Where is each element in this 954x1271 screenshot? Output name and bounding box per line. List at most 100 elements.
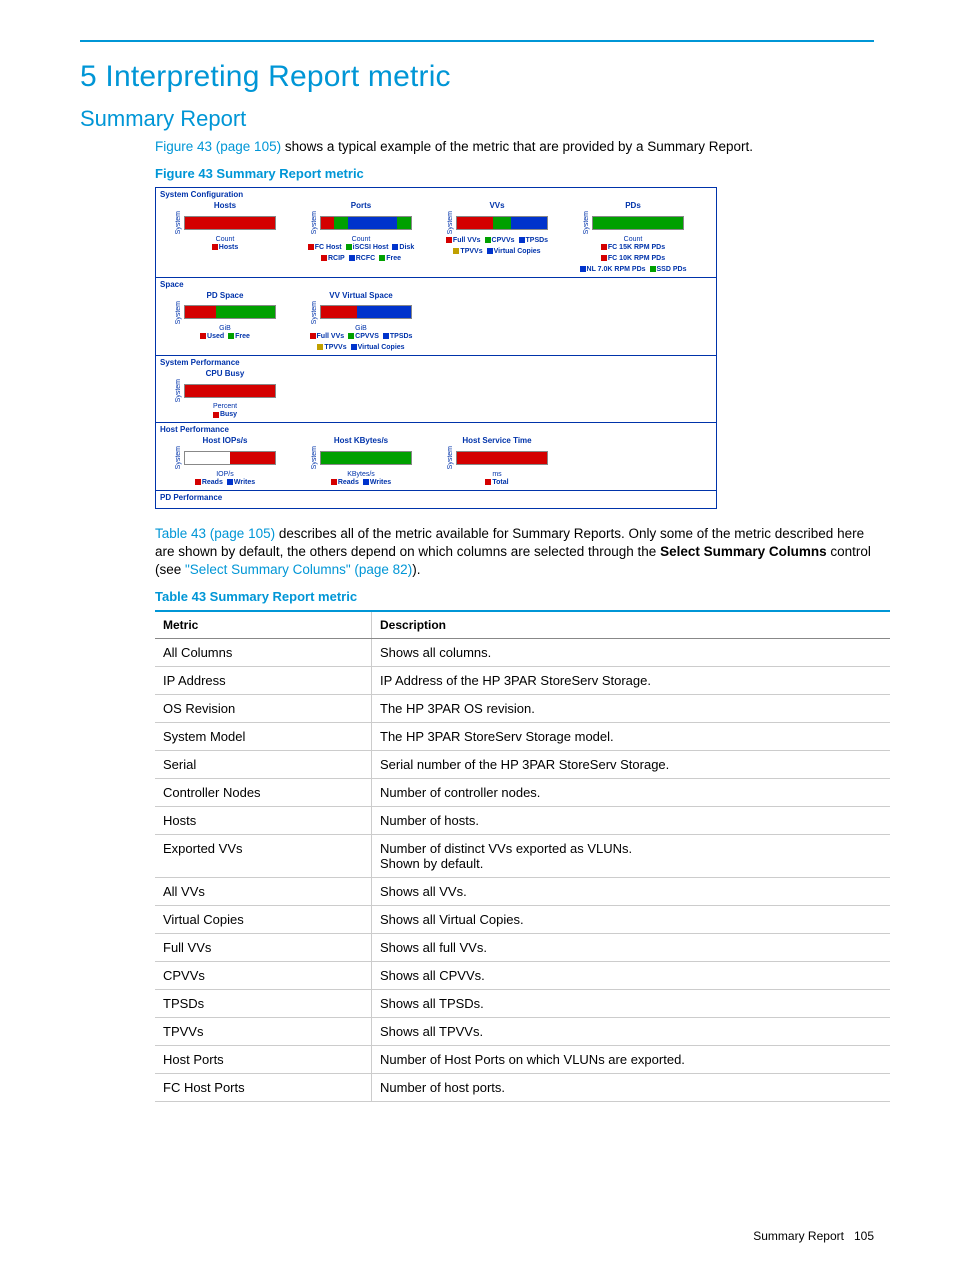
table-row: OS RevisionThe HP 3PAR OS revision.	[155, 695, 890, 723]
x-axis-label: Count	[352, 236, 371, 243]
metric-cell: OS Revision	[155, 695, 372, 723]
description-cell: Shows all TPVVs.	[372, 1018, 891, 1046]
figure-section: PD Performance	[156, 490, 716, 508]
panel-title: PDs	[625, 201, 641, 210]
chart-panel: HostsSystemCountHosts	[160, 201, 290, 272]
metric-cell: System Model	[155, 723, 372, 751]
legend-swatch	[601, 255, 607, 261]
metric-cell: Exported VVs	[155, 835, 372, 878]
legend-swatch	[519, 237, 525, 243]
table-ref-link[interactable]: Table 43 (page 105)	[155, 526, 275, 541]
table-row: Host PortsNumber of Host Ports on which …	[155, 1046, 890, 1074]
legend-swatch	[310, 333, 316, 339]
table-row: Controller NodesNumber of controller nod…	[155, 779, 890, 807]
legend-label: CPVVs	[492, 237, 515, 244]
metric-cell: Virtual Copies	[155, 906, 372, 934]
legend-item: Full VVs	[310, 333, 345, 340]
legend-swatch	[485, 237, 491, 243]
mid-t3: ).	[412, 562, 420, 577]
legend-item: Used	[200, 333, 224, 340]
legend: ReadsWrites	[331, 479, 391, 486]
mid-paragraph: Table 43 (page 105) describes all of the…	[80, 525, 874, 580]
legend-swatch	[383, 333, 389, 339]
select-columns-link[interactable]: "Select Summary Columns" (page 82)	[185, 562, 412, 577]
chart-panel: Host Service TimeSystemmsTotal	[432, 436, 562, 485]
table-row: Virtual CopiesShows all Virtual Copies.	[155, 906, 890, 934]
description-cell: Serial number of the HP 3PAR StoreServ S…	[372, 751, 891, 779]
legend-label: TPVVs	[324, 344, 346, 351]
page-footer: Summary Report 105	[753, 1229, 874, 1243]
legend-label: Used	[207, 333, 224, 340]
bar-chart	[456, 216, 548, 230]
y-axis-label: System	[175, 211, 182, 234]
x-axis-label: Percent	[213, 403, 237, 410]
legend-swatch	[212, 244, 218, 250]
legend-swatch	[351, 344, 357, 350]
bar-chart	[320, 216, 412, 230]
y-axis-label: System	[447, 211, 454, 234]
table-row: TPVVsShows all TPVVs.	[155, 1018, 890, 1046]
x-axis-label: IOP/s	[216, 471, 234, 478]
legend-item: iSCSI Host	[346, 244, 389, 251]
bar-chart	[184, 305, 276, 319]
legend-label: TPSDs	[390, 333, 413, 340]
legend: Full VVsCPVVS TPSDs TPVVs Virtual Copies	[296, 333, 426, 351]
legend-item: FC Host	[308, 244, 342, 251]
table-caption: Table 43 Summary Report metric	[155, 589, 874, 604]
legend-swatch	[348, 333, 354, 339]
legend: UsedFree	[200, 333, 250, 340]
legend: Hosts	[212, 244, 238, 251]
legend-swatch	[446, 237, 452, 243]
chart-panel: VVsSystemFull VVsCPVVsTPSDsTPVVsVirtual …	[432, 201, 562, 272]
y-axis-label: System	[447, 446, 454, 469]
metric-cell: All Columns	[155, 639, 372, 667]
legend-label: Reads	[338, 479, 359, 486]
legend-item: SSD PDs	[650, 266, 687, 273]
legend: FC HostiSCSI HostDiskRCIPRCFCFree	[296, 244, 426, 262]
legend-label: Virtual Copies	[494, 248, 541, 255]
table-row: IP AddressIP Address of the HP 3PAR Stor…	[155, 667, 890, 695]
legend-swatch	[213, 412, 219, 418]
legend-swatch	[308, 244, 314, 250]
legend-swatch	[200, 333, 206, 339]
y-axis-label: System	[311, 446, 318, 469]
bar-chart	[184, 384, 276, 398]
legend-item: Hosts	[212, 244, 238, 251]
legend-label: Writes	[234, 479, 255, 486]
figure-ref-link[interactable]: Figure 43 (page 105)	[155, 139, 281, 154]
legend-swatch	[331, 479, 337, 485]
legend-item: Virtual Copies	[351, 344, 405, 351]
panel-title: CPU Busy	[206, 369, 245, 378]
bar-segment	[321, 306, 357, 318]
legend-label: Reads	[202, 479, 223, 486]
bar-segment	[185, 385, 275, 397]
table-row: CPVVsShows all CPVVs.	[155, 962, 890, 990]
legend-swatch	[601, 244, 607, 250]
chart-panel: VV Virtual SpaceSystemGiBFull VVsCPVVSTP…	[296, 291, 426, 351]
table-row: FC Host PortsNumber of host ports.	[155, 1074, 890, 1102]
chart-panel: CPU BusySystemPercentBusy	[160, 369, 290, 418]
legend-label: TPVVs	[460, 248, 482, 255]
figure-section-title: Host Performance	[160, 425, 712, 434]
panel-title: Host IOPs/s	[203, 436, 248, 445]
legend-item: CPVVs	[485, 237, 515, 244]
x-axis-label: ms	[492, 471, 501, 478]
legend-item: TPSDs	[383, 333, 413, 340]
legend: FC 15K RPM PDsFC 10K RPM PDsNL 7.0K RPM …	[568, 244, 698, 273]
legend-item: Reads	[331, 479, 359, 486]
bar-segment	[397, 217, 411, 229]
description-cell: Shows all TPSDs.	[372, 990, 891, 1018]
description-cell: Shows all full VVs.	[372, 934, 891, 962]
y-axis-label: System	[311, 211, 318, 234]
metric-cell: TPSDs	[155, 990, 372, 1018]
description-cell: Shows all Virtual Copies.	[372, 906, 891, 934]
metric-cell: All VVs	[155, 878, 372, 906]
legend-swatch	[392, 244, 398, 250]
bar-chart	[320, 451, 412, 465]
legend-swatch	[485, 479, 491, 485]
y-axis-label: System	[311, 301, 318, 324]
legend-item: CPVVS	[348, 333, 379, 340]
y-axis-label: System	[175, 446, 182, 469]
x-axis-label: Count	[624, 236, 643, 243]
intro-text: shows a typical example of the metric th…	[281, 139, 753, 154]
